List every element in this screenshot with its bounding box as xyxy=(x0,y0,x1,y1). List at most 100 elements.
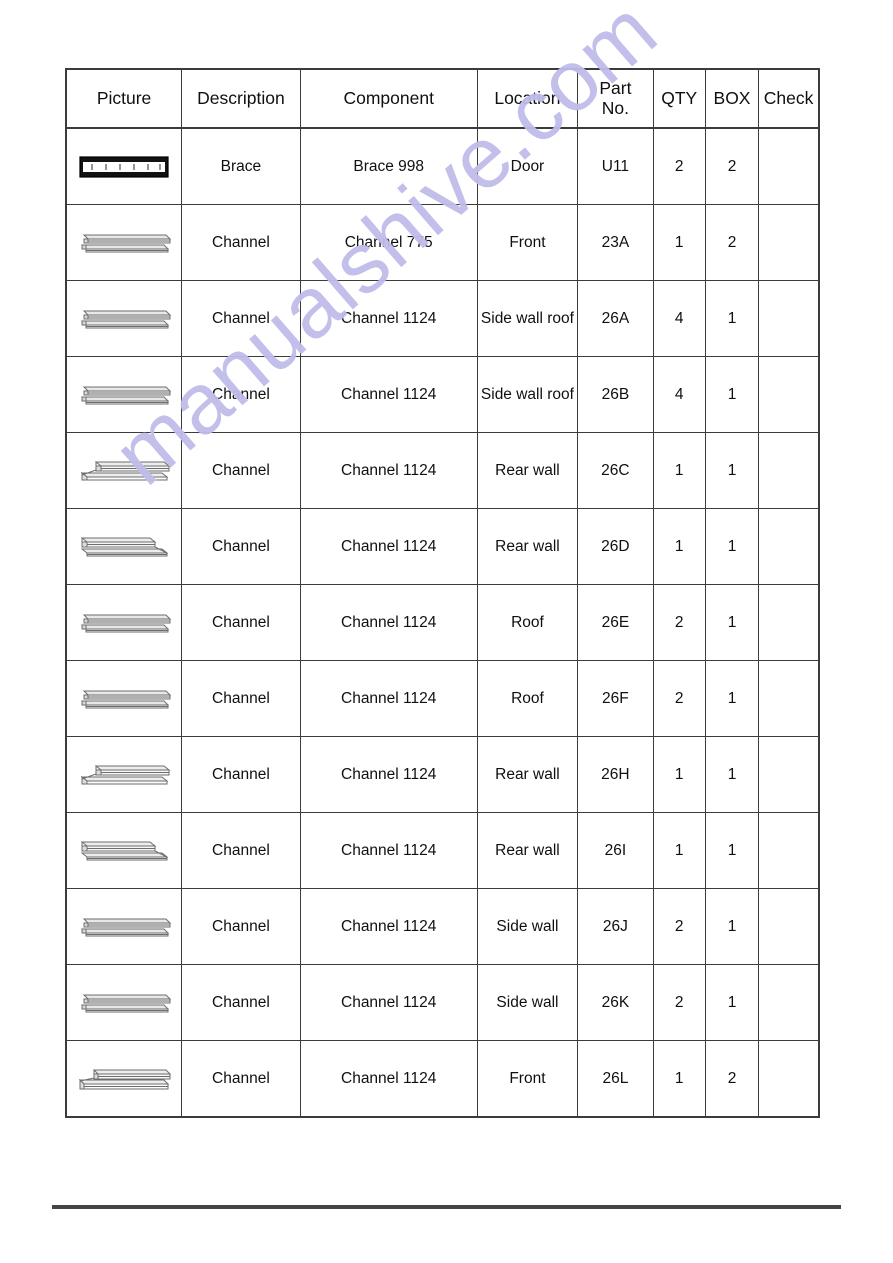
cell-component: Channel 1124 xyxy=(299,432,478,509)
column-header-picture: Picture xyxy=(65,68,183,129)
cell-qty: 1 xyxy=(652,736,706,813)
brace-bar-icon xyxy=(74,144,174,190)
cell-qty: 2 xyxy=(652,660,706,737)
channel-straight-icon xyxy=(74,372,174,418)
part-no-line-1: Part xyxy=(599,77,632,98)
table-row: Channel Channel 775 Front 23A 1 2 xyxy=(65,204,820,281)
table-row: Channel Channel 1124 Rear wall 26H 1 1 xyxy=(65,736,820,813)
cell-picture xyxy=(65,736,183,813)
cell-location: Side wall xyxy=(476,888,579,965)
cell-component: Channel 1124 xyxy=(299,736,478,813)
channel-straight-icon xyxy=(74,220,174,266)
cell-box: 1 xyxy=(704,584,760,661)
cell-description: Channel xyxy=(181,432,301,509)
column-header-part-no: Part No. xyxy=(577,68,654,129)
cell-location: Rear wall xyxy=(476,508,579,585)
parts-list-table: Picture Description Component Location P… xyxy=(65,68,820,1118)
table-row: Channel Channel 1124 Side wall 26K 2 1 xyxy=(65,964,820,1041)
cell-location: Front xyxy=(476,1040,579,1118)
cell-location: Roof xyxy=(476,660,579,737)
cell-box: 1 xyxy=(704,432,760,509)
cell-box: 1 xyxy=(704,280,760,357)
table-body: Brace Brace 998 Door U11 2 2 Channel Channel 7… xyxy=(65,127,820,1118)
cell-part-no: 26I xyxy=(577,812,654,889)
cell-description: Channel xyxy=(181,1040,301,1118)
cell-picture xyxy=(65,508,183,585)
cell-qty: 2 xyxy=(652,888,706,965)
column-header-box: BOX xyxy=(704,68,760,129)
cell-qty: 2 xyxy=(652,127,706,205)
cell-component: Channel 1124 xyxy=(299,584,478,661)
cell-check[interactable] xyxy=(758,812,820,889)
cell-picture xyxy=(65,964,183,1041)
cell-description: Channel xyxy=(181,584,301,661)
cell-check[interactable] xyxy=(758,356,820,433)
cell-qty: 1 xyxy=(652,204,706,281)
column-header-qty: QTY xyxy=(652,68,706,129)
cell-check[interactable] xyxy=(758,736,820,813)
cell-part-no: 26E xyxy=(577,584,654,661)
cell-location: Side wall xyxy=(476,964,579,1041)
cell-check[interactable] xyxy=(758,280,820,357)
cell-box: 2 xyxy=(704,127,760,205)
channel-taper-left-icon xyxy=(74,448,174,494)
cell-picture xyxy=(65,660,183,737)
cell-qty: 2 xyxy=(652,584,706,661)
cell-box: 1 xyxy=(704,356,760,433)
table-row: Channel Channel 1124 Roof 26F 2 1 xyxy=(65,660,820,737)
cell-component: Channel 1124 xyxy=(299,508,478,585)
cell-part-no: 26C xyxy=(577,432,654,509)
cell-picture xyxy=(65,812,183,889)
cell-picture xyxy=(65,280,183,357)
cell-qty: 1 xyxy=(652,432,706,509)
cell-description: Channel xyxy=(181,964,301,1041)
cell-part-no: 26J xyxy=(577,888,654,965)
cell-component: Channel 1124 xyxy=(299,1040,478,1118)
cell-box: 1 xyxy=(704,888,760,965)
cell-location: Side wall roof xyxy=(476,280,579,357)
cell-picture xyxy=(65,1040,183,1118)
channel-straight-icon xyxy=(74,296,174,342)
table-row: Channel Channel 1124 Side wall roof 26A 4 1 xyxy=(65,280,820,357)
cell-box: 1 xyxy=(704,660,760,737)
channel-straight-icon xyxy=(74,980,174,1026)
cell-part-no: U11 xyxy=(577,127,654,205)
cell-part-no: 26H xyxy=(577,736,654,813)
table-row: Brace Brace 998 Door U11 2 2 xyxy=(65,127,820,205)
cell-qty: 2 xyxy=(652,964,706,1041)
cell-part-no: 23A xyxy=(577,204,654,281)
cell-component: Channel 1124 xyxy=(299,660,478,737)
table-header-row: Picture Description Component Location P… xyxy=(65,68,820,129)
channel-straight-icon xyxy=(74,904,174,950)
table-row: Channel Channel 1124 Rear wall 26C 1 1 xyxy=(65,432,820,509)
cell-check[interactable] xyxy=(758,508,820,585)
cell-description: Brace xyxy=(181,127,301,205)
cell-box: 1 xyxy=(704,964,760,1041)
cell-part-no: 26L xyxy=(577,1040,654,1118)
table-row: Channel Channel 1124 Side wall 26J 2 1 xyxy=(65,888,820,965)
cell-description: Channel xyxy=(181,660,301,737)
cell-check[interactable] xyxy=(758,432,820,509)
cell-location: Front xyxy=(476,204,579,281)
table-row: Channel Channel 1124 Front 26L 1 2 xyxy=(65,1040,820,1118)
column-header-check: Check xyxy=(758,68,820,129)
cell-check[interactable] xyxy=(758,660,820,737)
cell-check[interactable] xyxy=(758,964,820,1041)
cell-box: 1 xyxy=(704,736,760,813)
cell-description: Channel xyxy=(181,812,301,889)
cell-picture xyxy=(65,356,183,433)
cell-check[interactable] xyxy=(758,888,820,965)
cell-part-no: 26D xyxy=(577,508,654,585)
cell-check[interactable] xyxy=(758,584,820,661)
cell-check[interactable] xyxy=(758,204,820,281)
cell-check[interactable] xyxy=(758,1040,820,1118)
channel-taper-right-icon xyxy=(74,828,174,874)
cell-component: Channel 1124 xyxy=(299,356,478,433)
cell-qty: 1 xyxy=(652,508,706,585)
cell-component: Brace 998 xyxy=(299,127,478,205)
cell-location: Rear wall xyxy=(476,736,579,813)
cell-qty: 1 xyxy=(652,812,706,889)
channel-taper-left-flat-icon xyxy=(74,1056,174,1102)
cell-picture xyxy=(65,584,183,661)
cell-check[interactable] xyxy=(758,127,820,205)
